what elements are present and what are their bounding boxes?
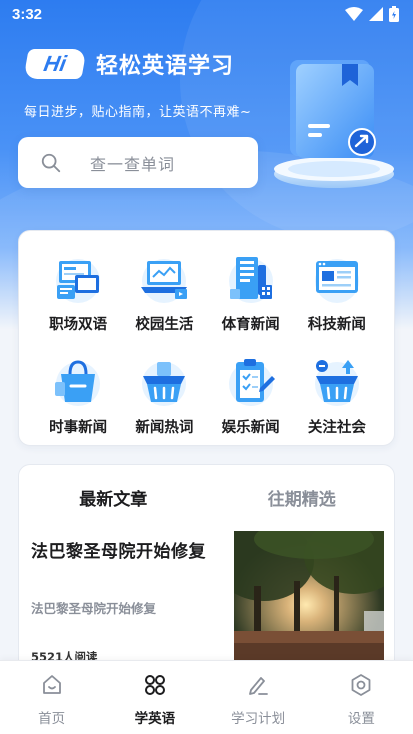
category-entertainment[interactable]: 娱乐新闻 <box>208 352 294 437</box>
edit-plan-icon <box>249 677 269 695</box>
status-icons <box>345 6 399 22</box>
search-placeholder: 查一查单词 <box>90 154 176 174</box>
category-tech[interactable]: 科技新闻 <box>294 249 380 334</box>
tab-latest-articles[interactable]: 最新文章 <box>19 485 208 510</box>
status-bar: 3:32 <box>0 0 413 28</box>
slogan: 每日进步，贴心指南，让英语不再难~ <box>24 105 252 120</box>
brand-logo: Hi <box>23 49 87 79</box>
workplace-screens-icon <box>56 259 101 303</box>
nav-label: 学英语 <box>134 711 176 727</box>
category-sports[interactable]: 体育新闻 <box>208 249 294 334</box>
signal-icon <box>369 7 383 21</box>
category-label: 科技新闻 <box>307 317 366 333</box>
wifi-icon <box>345 7 363 21</box>
category-label: 娱乐新闻 <box>221 420 280 436</box>
category-label: 校园生活 <box>135 317 194 333</box>
search-bar[interactable]: 查一查单词 <box>18 137 258 188</box>
book-illustration-icon <box>274 60 394 188</box>
settings-icon <box>351 674 371 696</box>
category-grid: 职场双语 校园生活 体育新闻 科技新闻 时事新闻 新闻热词 娱乐新闻 关注社会 <box>35 249 380 437</box>
shopping-bag-icon <box>55 360 101 406</box>
nav-label: 学习计划 <box>231 711 286 727</box>
category-current-affairs[interactable]: 时事新闻 <box>35 352 121 437</box>
category-label: 体育新闻 <box>221 317 280 333</box>
nav-settings[interactable]: 设置 <box>310 661 413 734</box>
basket-plus-icon <box>314 360 359 406</box>
nav-learn-english[interactable]: 学英语 <box>103 661 206 734</box>
campus-laptop-icon <box>141 259 188 303</box>
nav-home[interactable]: 首页 <box>0 661 103 734</box>
category-label: 时事新闻 <box>49 420 108 436</box>
tech-news-browser-icon <box>314 259 359 303</box>
nav-study-plan[interactable]: 学习计划 <box>207 661 310 734</box>
article-thumbnail <box>234 531 384 664</box>
basket-icon <box>142 362 187 406</box>
tab-past-picks[interactable]: 往期精选 <box>208 485 395 510</box>
clipboard-icon <box>228 359 275 406</box>
category-label: 关注社会 <box>307 420 366 436</box>
bottom-navigation: 首页 学英语 学习计划 设置 <box>0 660 413 734</box>
brand: Hi 轻松英语学习 <box>23 48 235 80</box>
category-campus[interactable]: 校园生活 <box>121 249 207 334</box>
category-society[interactable]: 关注社会 <box>294 352 380 437</box>
status-time: 3:32 <box>12 5 43 23</box>
app-title: 轻松英语学习 <box>96 54 235 79</box>
category-label: 职场双语 <box>49 317 108 333</box>
battery-icon <box>389 6 399 22</box>
category-label: 新闻热词 <box>135 420 194 436</box>
nav-label: 首页 <box>38 711 66 727</box>
nav-label: 设置 <box>347 711 375 727</box>
article-title: 法巴黎圣母院开始修复 <box>31 542 206 562</box>
article-tabs: 最新文章 往期精选 <box>19 485 395 510</box>
article-subtitle: 法巴黎圣母院开始修复 <box>31 601 157 616</box>
sports-news-building-icon <box>228 257 273 303</box>
search-icon <box>41 153 61 172</box>
category-hot-words[interactable]: 新闻热词 <box>121 352 207 437</box>
grid-icon <box>144 675 165 695</box>
article-card: 最新文章 往期精选 法巴黎圣母院开始修复 法巴黎圣母院开始修复 5521人阅读 <box>18 464 395 664</box>
home-icon <box>42 675 61 694</box>
category-workplace[interactable]: 职场双语 <box>35 249 121 334</box>
category-card: 职场双语 校园生活 体育新闻 科技新闻 时事新闻 新闻热词 娱乐新闻 关注社会 <box>18 230 395 446</box>
